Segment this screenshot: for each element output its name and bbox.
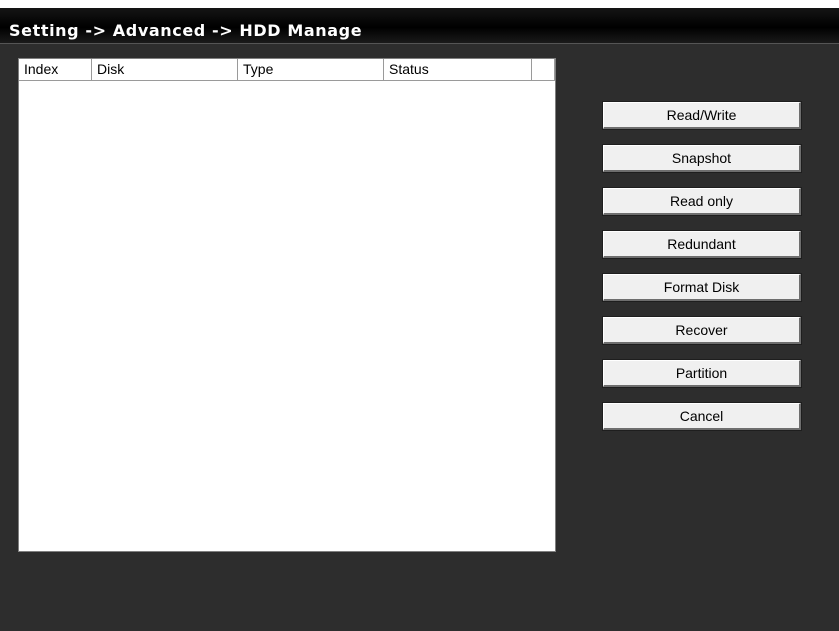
read-only-button[interactable]: Read only (602, 187, 802, 216)
cancel-button[interactable]: Cancel (602, 402, 802, 431)
column-header-disk[interactable]: Disk (92, 59, 238, 81)
column-header-status[interactable]: Status (384, 59, 532, 81)
redundant-button[interactable]: Redundant (602, 230, 802, 259)
column-header-type[interactable]: Type (238, 59, 384, 81)
read-write-button[interactable]: Read/Write (602, 101, 802, 130)
title-bar: Setting -> Advanced -> HDD Manage (0, 8, 839, 44)
format-disk-button[interactable]: Format Disk (602, 273, 802, 302)
hdd-manage-window: Setting -> Advanced -> HDD Manage Index … (0, 8, 839, 631)
breadcrumb-title: Setting -> Advanced -> HDD Manage (9, 21, 363, 40)
disk-list-header: Index Disk Type Status (19, 59, 555, 81)
partition-button[interactable]: Partition (602, 359, 802, 388)
snapshot-button[interactable]: Snapshot (602, 144, 802, 173)
disk-list-body[interactable] (19, 81, 555, 551)
recover-button[interactable]: Recover (602, 316, 802, 345)
column-header-index[interactable]: Index (19, 59, 92, 81)
column-header-filler (532, 59, 555, 81)
disk-list[interactable]: Index Disk Type Status (18, 58, 556, 552)
